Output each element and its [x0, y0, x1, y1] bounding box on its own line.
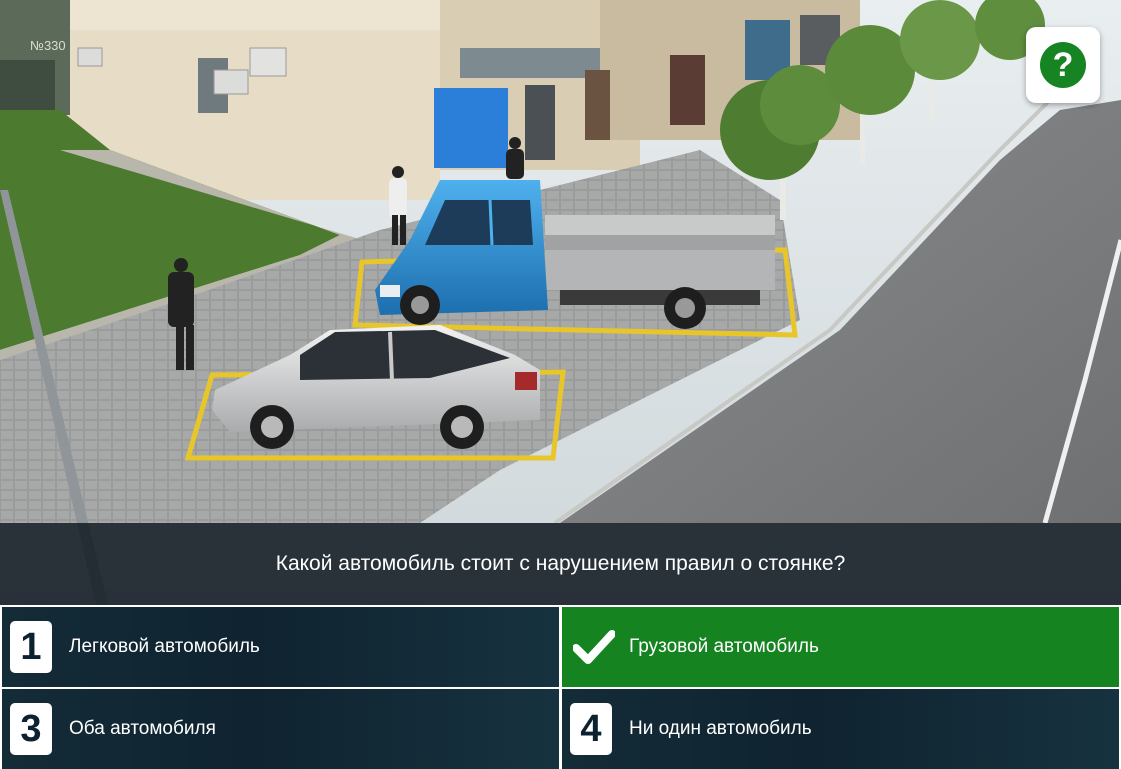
- answer-label: Легковой автомобиль: [69, 636, 260, 657]
- answer-option-4[interactable]: 4 Ни один автомобиль: [562, 689, 1119, 769]
- answer-label: Грузовой автомобиль: [629, 636, 819, 657]
- answer-label: Оба автомобиля: [69, 718, 216, 739]
- help-button[interactable]: ?: [1026, 27, 1100, 103]
- answer-option-1[interactable]: 1 Легковой автомобиль: [2, 607, 559, 687]
- question-banner: Какой автомобиль стоит с нарушением прав…: [0, 523, 1121, 605]
- answer-number-badge: 1: [10, 621, 52, 673]
- question-mark-icon: ?: [1040, 42, 1086, 88]
- building-number-sign: №330: [30, 38, 66, 53]
- answer-number-badge: 4: [570, 703, 612, 755]
- checkmark-icon: [570, 621, 618, 673]
- answer-label: Ни один автомобиль: [629, 718, 812, 739]
- answer-option-3[interactable]: 3 Оба автомобиля: [2, 689, 559, 769]
- answers-grid: 1 Легковой автомобиль Грузовой автомобил…: [0, 605, 1121, 769]
- answer-option-2[interactable]: Грузовой автомобиль: [562, 607, 1119, 687]
- question-text: Какой автомобиль стоит с нарушением прав…: [275, 552, 846, 575]
- scene-illustration: №330: [0, 0, 1121, 605]
- answer-number-badge: 3: [10, 703, 52, 755]
